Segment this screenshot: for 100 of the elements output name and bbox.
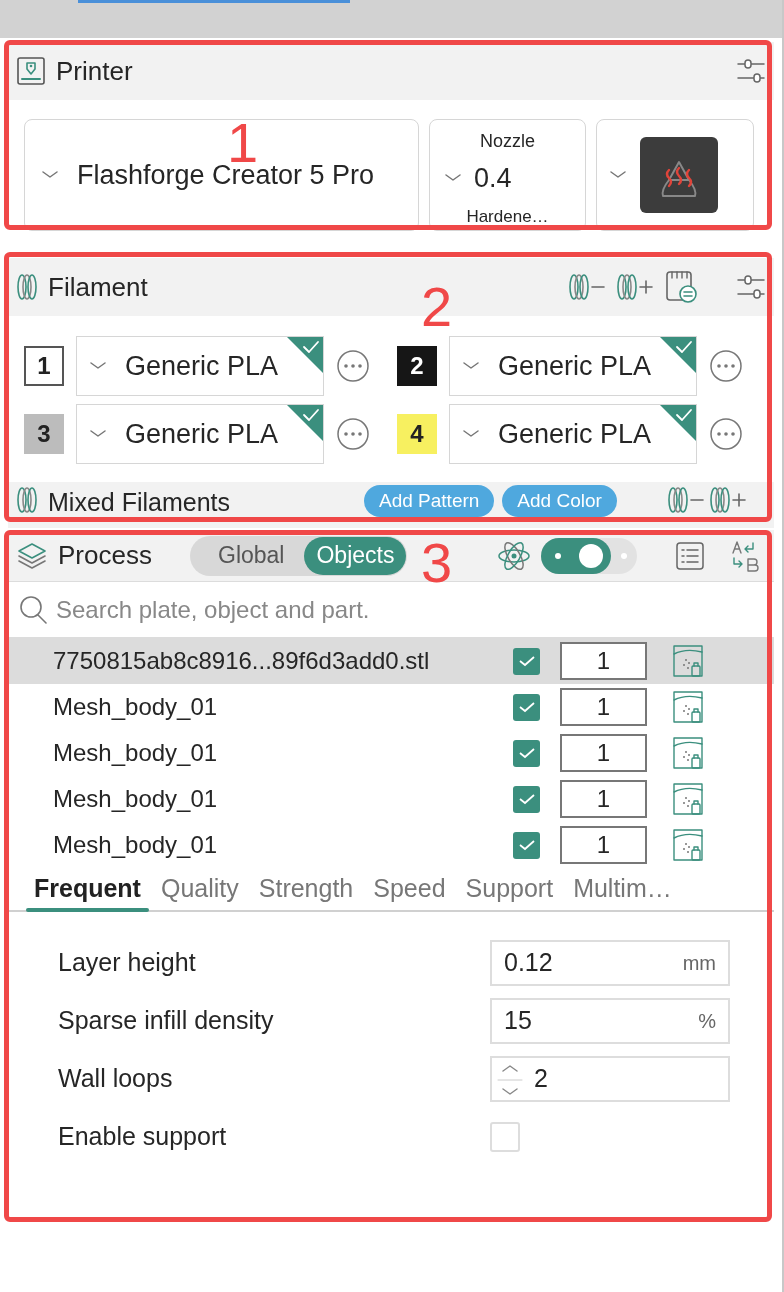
- remove-filament-icon[interactable]: [666, 485, 705, 515]
- input-field[interactable]: 0.12 mm: [490, 940, 730, 986]
- visibility-checkbox[interactable]: [513, 693, 540, 721]
- field-value: 2: [534, 1063, 548, 1095]
- nozzle-dropdown[interactable]: Nozzle 0.4 Hardene…: [429, 119, 586, 231]
- filament-dropdown[interactable]: Generic PLA: [449, 404, 697, 464]
- filament-color-swatch[interactable]: 3: [24, 414, 64, 454]
- more-options-icon[interactable]: [709, 349, 743, 383]
- chevron-down-icon[interactable]: [609, 170, 627, 180]
- filament-color-swatch[interactable]: 4: [397, 414, 437, 454]
- check-icon: [517, 746, 536, 760]
- visibility-checkbox[interactable]: [513, 647, 540, 675]
- chevron-down-icon[interactable]: [89, 429, 107, 439]
- checked-corner-icon: [660, 337, 696, 373]
- more-options-icon[interactable]: [709, 417, 743, 451]
- count-field[interactable]: 1: [560, 642, 647, 680]
- filament-name: Generic PLA: [498, 417, 652, 451]
- filament-dropdown[interactable]: Generic PLA: [449, 336, 697, 396]
- checked-corner-icon: [287, 405, 323, 441]
- count-field[interactable]: 1: [560, 780, 647, 818]
- list-icon[interactable]: [675, 540, 706, 571]
- advanced-toggle[interactable]: [541, 537, 638, 574]
- spool-icon: [16, 272, 38, 302]
- layers-icon: [16, 540, 48, 571]
- object-name: Mesh_body_01: [53, 738, 219, 768]
- count-field[interactable]: 1: [560, 688, 647, 726]
- check-icon: [517, 700, 536, 714]
- unit-label: %: [698, 1009, 716, 1034]
- filament-name: Generic PLA: [125, 349, 279, 383]
- check-icon: [517, 838, 536, 852]
- count-field[interactable]: 1: [560, 826, 647, 864]
- setting-label: Enable support: [58, 1121, 228, 1153]
- unit-label: mm: [682, 951, 716, 976]
- object-row[interactable]: Mesh_body_01 1: [8, 684, 774, 730]
- filament-color-swatch[interactable]: 1: [24, 346, 64, 386]
- object-row[interactable]: Mesh_body_01 1: [8, 822, 774, 868]
- paint-icon[interactable]: [672, 828, 704, 862]
- chevron-down-icon[interactable]: [444, 173, 462, 184]
- object-row[interactable]: Mesh_body_01 1: [8, 776, 774, 822]
- mode-tab[interactable]: Objects: [304, 536, 407, 575]
- more-options-icon[interactable]: [336, 349, 370, 383]
- spool-icon: [16, 485, 38, 515]
- nozzle-type: Hardene…: [465, 206, 550, 228]
- mode-tab[interactable]: Global: [206, 536, 297, 575]
- field-value: 0.12: [504, 947, 554, 979]
- settings-tab[interactable]: Support: [457, 868, 562, 910]
- chevron-down-icon[interactable]: [462, 429, 480, 439]
- annotation-number: 3: [421, 535, 453, 591]
- heated-plate-icon: [639, 136, 719, 214]
- settings-tab[interactable]: Multim…: [565, 868, 680, 910]
- section-title: Filament: [48, 270, 148, 304]
- settings-icon[interactable]: [736, 272, 766, 302]
- paint-icon[interactable]: [672, 690, 704, 724]
- build-plate-dropdown[interactable]: [596, 119, 754, 231]
- settings-tab[interactable]: Frequent: [26, 868, 149, 910]
- filament-name: Generic PLA: [125, 417, 279, 451]
- settings-tab[interactable]: Strength: [250, 868, 362, 910]
- setting-label: Wall loops: [58, 1063, 174, 1095]
- filament-dropdown[interactable]: Generic PLA: [76, 404, 324, 464]
- chevron-down-icon[interactable]: [462, 361, 480, 371]
- checked-corner-icon: [287, 337, 323, 373]
- annotation-number: 2: [421, 279, 453, 335]
- checkbox[interactable]: [490, 1122, 520, 1152]
- paint-icon[interactable]: [672, 782, 704, 816]
- chevron-down-icon[interactable]: [89, 361, 107, 371]
- chevron-down-icon[interactable]: [41, 170, 59, 180]
- filament-dropdown[interactable]: Generic PLA: [76, 336, 324, 396]
- field-value: 15: [504, 1005, 533, 1037]
- spin-field[interactable]: 2: [490, 1056, 730, 1102]
- settings-icon[interactable]: [736, 56, 766, 86]
- object-name: 7750815ab8c8916...89f6d3add0.stl: [53, 646, 431, 676]
- visibility-checkbox[interactable]: [513, 831, 540, 859]
- check-icon: [517, 792, 536, 806]
- object-name: Mesh_body_01: [53, 692, 219, 722]
- section-title: Process: [58, 539, 153, 572]
- checked-corner-icon: [660, 405, 696, 441]
- more-options-icon[interactable]: [336, 417, 370, 451]
- paint-icon[interactable]: [672, 644, 704, 678]
- input-field[interactable]: 15 %: [490, 998, 730, 1044]
- count-field[interactable]: 1: [560, 734, 647, 772]
- sync-filament-icon[interactable]: [664, 270, 698, 304]
- settings-tab[interactable]: Quality: [152, 868, 247, 910]
- section-title: Printer: [56, 54, 134, 88]
- nozzle-size: 0.4: [474, 162, 512, 195]
- check-icon: [517, 654, 536, 668]
- object-row[interactable]: 7750815ab8c8916...89f6d3add0.stl 1: [8, 638, 774, 684]
- search-field[interactable]: Search plate, object and part.: [56, 591, 764, 628]
- mode-switch[interactable]: Global Objects: [190, 535, 408, 576]
- object-row[interactable]: Mesh_body_01 1: [8, 730, 774, 776]
- nozzle-label: Nozzle: [479, 130, 536, 153]
- settings-tab[interactable]: Speed: [365, 868, 454, 910]
- section-title: Mixed Filaments: [48, 487, 231, 518]
- search-icon: [18, 593, 50, 626]
- add-filament-icon[interactable]: [708, 485, 747, 515]
- paint-icon[interactable]: [672, 736, 704, 770]
- filament-color-swatch[interactable]: 2: [397, 346, 437, 386]
- remove-filament-icon[interactable]: [568, 272, 606, 302]
- visibility-checkbox[interactable]: [513, 785, 540, 813]
- add-filament-icon[interactable]: [616, 272, 654, 302]
- visibility-checkbox[interactable]: [513, 739, 540, 767]
